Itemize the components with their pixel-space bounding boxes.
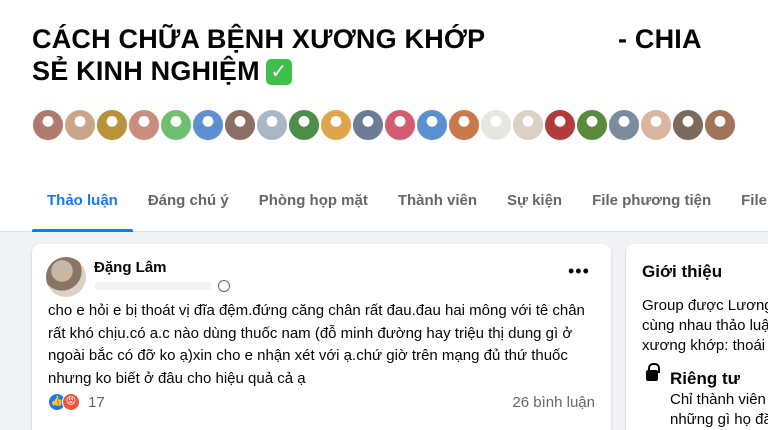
member-avatar[interactable] [31, 108, 65, 142]
member-avatar[interactable] [639, 108, 673, 142]
privacy-globe-icon [218, 280, 230, 292]
member-avatar[interactable] [479, 108, 513, 142]
member-avatar[interactable] [287, 108, 321, 142]
tab-1[interactable]: Đáng chú ý [133, 180, 244, 232]
post-meta [94, 280, 234, 292]
post-body: cho e hỏi e bị thoát vị đĩa đệm.đứng căn… [48, 302, 585, 387]
group-title-suffix: - CHIA [618, 24, 702, 54]
post-author[interactable]: Đặng Lâm [94, 259, 167, 276]
member-avatar[interactable] [319, 108, 353, 142]
about-description: Group được Lương cùng nhau thảo luậ xươn… [642, 297, 768, 354]
member-avatar[interactable] [127, 108, 161, 142]
author-avatar[interactable] [46, 257, 86, 297]
privacy-description: Chỉ thành viên những gì họ đă [670, 391, 768, 428]
member-avatar[interactable] [511, 108, 545, 142]
post-card: Đặng Lâm ••• cho e hỏi e bị thoát vị đĩa… [32, 244, 611, 430]
group-title-line2-text: SẺ KINH NGHIỆM [32, 56, 260, 86]
reactions[interactable]: 👍 😡 17 [48, 392, 105, 412]
tab-6[interactable]: File [726, 180, 768, 232]
group-title: CÁCH CHỮA BỆNH XƯƠNG KHỚP [32, 24, 486, 54]
about-card: Giới thiệu Group được Lương cùng nhau th… [626, 244, 768, 430]
tab-0[interactable]: Thảo luận [32, 180, 133, 232]
timestamp-redacted [94, 282, 212, 290]
member-avatar[interactable] [415, 108, 449, 142]
member-avatar[interactable] [255, 108, 289, 142]
member-avatar[interactable] [351, 108, 385, 142]
more-options-icon[interactable]: ••• [568, 262, 590, 280]
member-avatar[interactable] [63, 108, 97, 142]
group-tabs: Thảo luận Đáng chú ý Phòng họp mặt Thành vi… [32, 180, 768, 232]
privacy-title: Riêng tư [670, 369, 740, 388]
tab-2[interactable]: Phòng họp mặt [244, 180, 383, 232]
lock-icon [646, 363, 660, 381]
member-avatar[interactable] [703, 108, 737, 142]
group-title-line2: SẺ KINH NGHIỆM ✓ [32, 56, 292, 87]
member-avatar[interactable] [95, 108, 129, 142]
member-avatar[interactable] [543, 108, 577, 142]
tab-5[interactable]: File phương tiện [577, 180, 726, 232]
angry-reaction-icon: 😡 [62, 393, 80, 411]
reaction-count: 17 [88, 393, 105, 411]
about-heading: Giới thiệu [642, 262, 723, 281]
member-avatars[interactable] [31, 108, 737, 144]
member-avatar[interactable] [223, 108, 257, 142]
tab-3[interactable]: Thành viên [383, 180, 492, 232]
member-avatar[interactable] [191, 108, 225, 142]
verified-check-icon: ✓ [265, 59, 292, 85]
member-avatar[interactable] [159, 108, 193, 142]
member-avatar[interactable] [383, 108, 417, 142]
tab-4[interactable]: Sự kiện [492, 180, 577, 232]
member-avatar[interactable] [447, 108, 481, 142]
group-header: CÁCH CHỮA BỆNH XƯƠNG KHỚP - CHIA SẺ KINH… [0, 0, 768, 232]
member-avatar[interactable] [607, 108, 641, 142]
member-avatar[interactable] [671, 108, 705, 142]
member-avatar[interactable] [575, 108, 609, 142]
comment-count[interactable]: 26 bình luận [512, 394, 595, 411]
